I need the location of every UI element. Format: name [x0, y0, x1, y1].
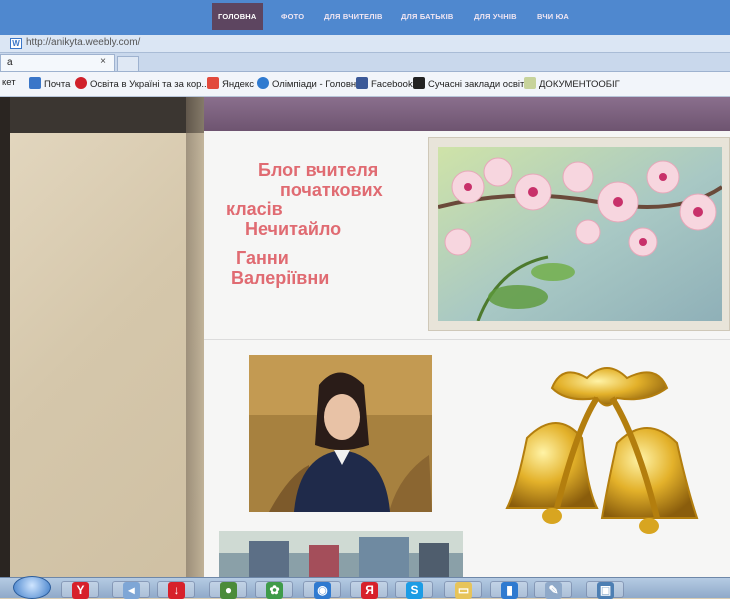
nav-item-parents[interactable]: ДЛЯ БАТЬКІВ	[401, 12, 453, 21]
teacher-photo	[249, 355, 432, 512]
favorite-item[interactable]: Олімпіади - Головна	[257, 77, 361, 90]
game-icon[interactable]: ●	[209, 581, 247, 599]
tab-close-icon[interactable]: ×	[100, 56, 106, 67]
blog-title-line: Валеріївни	[231, 268, 330, 288]
people-icon	[257, 77, 269, 89]
skype-icon[interactable]: S	[395, 581, 433, 599]
download-icon[interactable]: ↓	[157, 581, 195, 599]
tab-title: a	[7, 57, 13, 68]
address-url[interactable]: http://anikyta.weebly.com/	[26, 37, 140, 48]
paper-background	[10, 133, 206, 577]
opera-icon	[75, 77, 87, 89]
golden-bells-image	[497, 358, 719, 538]
start-icon[interactable]	[13, 576, 51, 599]
nav-item-photo[interactable]: ФОТО	[281, 12, 304, 21]
nav-item-home[interactable]: ГОЛОВНА	[212, 3, 263, 30]
tab-current[interactable]: a ×	[0, 54, 115, 71]
wood-border	[0, 97, 10, 577]
tab-bar: a ×	[0, 53, 730, 72]
class-photo-preview	[219, 531, 463, 577]
blog-title-line: класів	[226, 199, 283, 219]
new-tab-button[interactable]	[117, 56, 139, 71]
nav-item-vchi-ua[interactable]: ВЧИ ЮА	[537, 12, 569, 21]
blog-title-line: Нечитайло	[245, 219, 342, 239]
favorite-item[interactable]: Почта	[29, 77, 70, 90]
mail-icon	[29, 77, 41, 89]
favorite-item[interactable]: Яндекс	[207, 77, 254, 90]
favorites-bar: кет Почта Освіта в Україні та за кор... …	[0, 72, 730, 97]
blog-title-line: початкових	[280, 180, 383, 200]
favorite-item[interactable]: Сучасні заклади освіти	[413, 77, 530, 90]
favorite-item[interactable]: ДОКУМЕНТООБІГ	[524, 77, 620, 90]
favorite-item[interactable]: кет	[2, 77, 16, 88]
folder-icon[interactable]: ▭	[444, 581, 482, 599]
blog-title-line: Ганни	[236, 248, 289, 268]
page-header-strip	[0, 97, 210, 133]
com-icon	[413, 77, 425, 89]
favorite-item[interactable]: Освіта в Україні та за кор...	[75, 77, 209, 90]
address-bar[interactable]: W http://anikyta.weebly.com/	[0, 35, 730, 53]
windows-taskbar: Y ◂ ↓ ● ✿ ◉ Я S ▭ ▮ ✎ ▣	[0, 576, 730, 599]
nav-item-students[interactable]: ДЛЯ УЧНІВ	[474, 12, 517, 21]
section-divider	[204, 339, 730, 340]
picture-icon[interactable]: ▣	[586, 581, 624, 599]
weebly-favicon-icon: W	[10, 38, 22, 49]
blog-title-line: Блог вчителя	[258, 160, 379, 180]
site-nav	[204, 97, 730, 131]
cherry-blossom-image	[438, 147, 722, 321]
app-icon[interactable]: ▮	[490, 581, 528, 599]
facebook-icon	[356, 77, 368, 89]
media-player-icon[interactable]: ◂	[112, 581, 150, 599]
paint-icon[interactable]: ✿	[255, 581, 293, 599]
yandex-icon	[207, 77, 219, 89]
yandex-browser-icon[interactable]: Y	[61, 581, 99, 599]
yandex-icon[interactable]: Я	[350, 581, 388, 599]
paint-brush-icon[interactable]: ✎	[534, 581, 572, 599]
doc-icon	[524, 77, 536, 89]
nav-item-teachers[interactable]: ДЛЯ ВЧИТЕЛІВ	[324, 12, 383, 21]
chrome-icon[interactable]: ◉	[303, 581, 341, 599]
favorite-item[interactable]: Facebook	[356, 77, 413, 90]
